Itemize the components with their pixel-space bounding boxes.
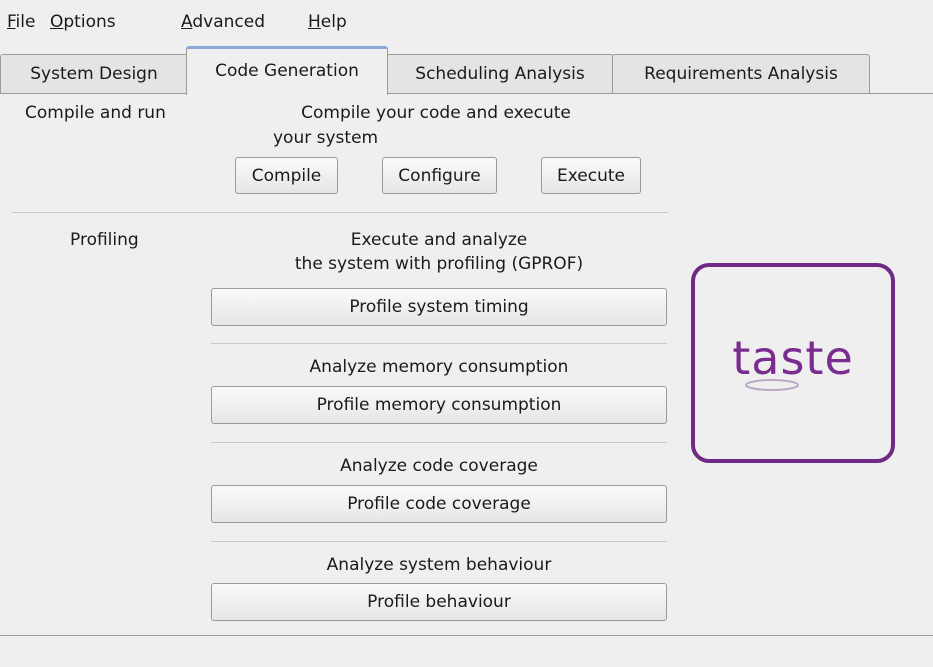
configure-button[interactable]: Configure (382, 157, 497, 194)
menu-options[interactable]: Options (50, 12, 116, 32)
taste-logo: taste (691, 263, 895, 463)
tab-scheduling-analysis[interactable]: Scheduling Analysis (386, 54, 614, 93)
compile-description-line1: Compile your code and execute (301, 103, 571, 123)
profiling-separator-1 (211, 343, 667, 344)
profile-system-timing-button[interactable]: Profile system timing (211, 288, 667, 326)
menu-file[interactable]: File (7, 12, 35, 32)
menu-help[interactable]: Help (308, 12, 347, 32)
tab-requirements-analysis[interactable]: Requirements Analysis (612, 54, 870, 93)
status-bar (0, 635, 933, 667)
tab-system-design[interactable]: System Design (0, 54, 188, 93)
execute-button[interactable]: Execute (541, 157, 641, 194)
memory-description: Analyze memory consumption (309, 357, 569, 377)
compile-description-line2: your system (273, 128, 379, 148)
menu-bar: File Options Advanced Help (0, 0, 933, 44)
menu-advanced[interactable]: Advanced (181, 12, 265, 32)
coverage-description: Analyze code coverage (340, 456, 538, 476)
behaviour-description: Analyze system behaviour (326, 555, 552, 575)
profile-behaviour-button[interactable]: Profile behaviour (211, 583, 667, 621)
profile-coverage-button[interactable]: Profile code coverage (211, 485, 667, 523)
timing-description-line1: Execute and analyze (350, 230, 528, 250)
tab-code-generation[interactable]: Code Generation (186, 46, 388, 95)
profiling-section-label: Profiling (70, 230, 139, 250)
section-separator (12, 212, 668, 213)
tab-bar: System Design Code Generation Scheduling… (0, 44, 933, 95)
profiling-separator-2 (211, 442, 667, 443)
profiling-separator-3 (211, 541, 667, 542)
compile-section-label: Compile and run (25, 103, 166, 123)
logo-swoosh-icon (745, 379, 799, 391)
compile-button[interactable]: Compile (235, 157, 338, 194)
timing-description-line2: the system with profiling (GPROF) (294, 254, 584, 274)
profile-memory-button[interactable]: Profile memory consumption (211, 386, 667, 424)
